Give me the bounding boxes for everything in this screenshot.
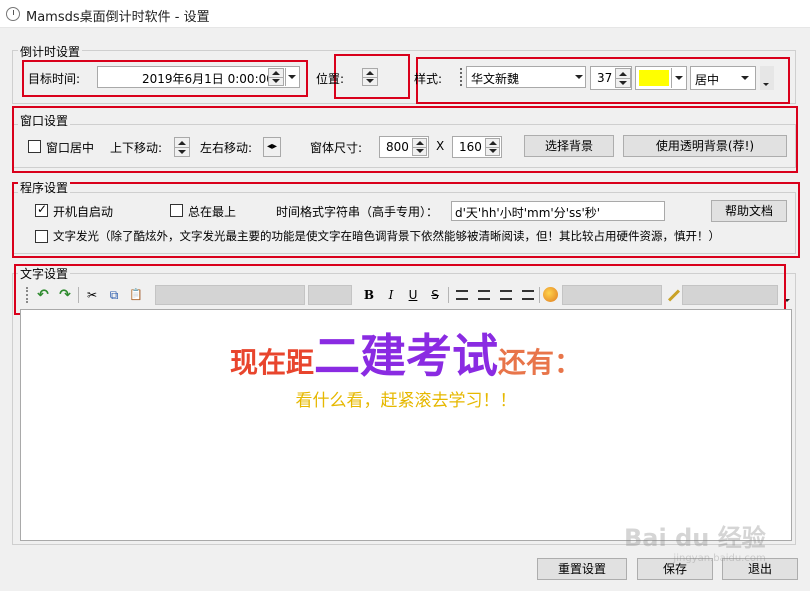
chevron-down-icon (575, 75, 583, 79)
baidu-watermark: Bai du 经验 jingyan.baidu.com (624, 518, 766, 564)
font-size-value: 37 (597, 71, 613, 85)
transparent-background-button[interactable]: 使用透明背景(荐!) (623, 135, 787, 157)
chevron-down-icon (288, 75, 296, 79)
horizontal-move-label: 左右移动: (200, 141, 253, 155)
window-width-spinner[interactable] (412, 138, 427, 156)
size-separator-x: X (436, 139, 445, 153)
target-time-spinner[interactable] (268, 68, 284, 86)
style-label: 样式: (414, 72, 443, 86)
grip-dots-icon (460, 68, 462, 86)
window-settings-legend: 窗口设置 (18, 112, 71, 129)
font-select-value: 华文新魏 (471, 72, 520, 86)
rich-text-editor[interactable]: 现在距二建考试还有： 看什么看，赶紧滚去学习！！ (20, 309, 792, 541)
center-window-checkbox[interactable] (28, 140, 41, 153)
choose-background-button[interactable]: 选择背景 (524, 135, 614, 157)
time-format-value: d'天'hh'小时'mm'分'ss'秒' (455, 206, 601, 220)
chevron-down-icon (675, 76, 683, 80)
title-bar[interactable]: Mamsds桌面倒计时软件 - 设置 (0, 0, 810, 28)
target-time-value: 2019年6月1日 0:00:00 (142, 72, 274, 86)
color-swatch (639, 70, 669, 86)
horizontal-move-spinner[interactable]: ◂▸ (263, 137, 281, 157)
topmost-label: 总在最上 (188, 205, 237, 219)
spin-up-icon (366, 71, 374, 75)
editor-line-1: 现在距二建考试还有： (21, 320, 791, 386)
line1-main: 二建考试 (314, 329, 498, 383)
target-time-picker[interactable]: 2019年6月1日 0:00:00 (97, 66, 300, 88)
highlight-text-toolbar (14, 264, 786, 315)
spin-down-icon (178, 149, 186, 154)
spin-down-icon (366, 79, 374, 83)
program-settings-legend: 程序设置 (18, 179, 71, 196)
center-window-label: 窗口居中 (46, 141, 95, 155)
countdown-settings-legend: 倒计时设置 (18, 43, 83, 60)
spin-down-icon (488, 149, 497, 153)
vertical-move-spinner[interactable] (174, 137, 190, 157)
vertical-move-label: 上下移动: (110, 141, 163, 155)
help-doc-button[interactable]: 帮助文档 (711, 200, 787, 222)
autostart-label: 开机自启动 (53, 205, 114, 219)
time-format-label: 时间格式字符串（高手专用）： (276, 205, 439, 219)
spin-up-icon (619, 71, 627, 76)
window-width-value: 800 (386, 140, 409, 154)
window-width-input[interactable]: 800 (379, 136, 429, 158)
chevron-down-icon (741, 76, 749, 80)
position-label: 位置: (316, 72, 345, 86)
toolbar-overflow-button[interactable] (760, 66, 774, 90)
align-select-value: 居中 (695, 73, 720, 87)
spin-up-icon (272, 71, 280, 75)
spin-up-icon (415, 141, 424, 145)
calendar-dropdown-button[interactable] (285, 68, 298, 86)
font-size-input[interactable]: 37 (590, 66, 632, 90)
autostart-checkbox[interactable] (35, 202, 48, 217)
target-time-label: 目标时间: (28, 72, 81, 86)
spin-up-icon (488, 141, 497, 145)
font-select[interactable]: 华文新魏 (466, 66, 586, 88)
position-spinner[interactable] (362, 68, 378, 86)
editor-line-2: 看什么看，赶紧滚去学习！！ (295, 391, 517, 411)
align-select[interactable]: 居中 (690, 66, 756, 90)
spin-down-icon (619, 80, 627, 85)
text-glow-checkbox[interactable] (35, 230, 48, 243)
window-height-spinner[interactable] (485, 138, 500, 156)
text-glow-label: 文字发光（除了酷炫外，文字发光最主要的功能是使文字在暗色调背景下依然能够被清晰阅… (53, 229, 720, 243)
font-size-spinner[interactable] (615, 68, 631, 88)
window-height-input[interactable]: 160 (452, 136, 502, 158)
color-dropdown-button[interactable] (671, 68, 686, 88)
left-right-arrows-icon: ◂▸ (266, 141, 278, 152)
window-size-label: 窗体尺寸: (310, 141, 363, 155)
window-title: Mamsds桌面倒计时软件 - 设置 (26, 10, 210, 25)
spin-down-icon (415, 149, 424, 153)
watermark-url: jingyan.baidu.com (673, 553, 766, 564)
highlight-program-settings (12, 182, 800, 258)
topmost-checkbox[interactable] (170, 204, 183, 217)
app-clock-icon (6, 7, 20, 21)
window-height-value: 160 (459, 140, 482, 154)
spin-up-icon (178, 140, 186, 145)
color-picker[interactable] (635, 66, 687, 90)
line1-prefix: 现在距 (229, 346, 314, 379)
chevron-down-icon (763, 83, 769, 86)
watermark-logo: Bai du 经验 (624, 524, 766, 552)
spin-down-icon (272, 79, 280, 83)
time-format-input[interactable]: d'天'hh'小时'mm'分'ss'秒' (451, 201, 665, 221)
reset-settings-button[interactable]: 重置设置 (537, 558, 627, 580)
line1-suffix: 还有： (498, 346, 583, 379)
